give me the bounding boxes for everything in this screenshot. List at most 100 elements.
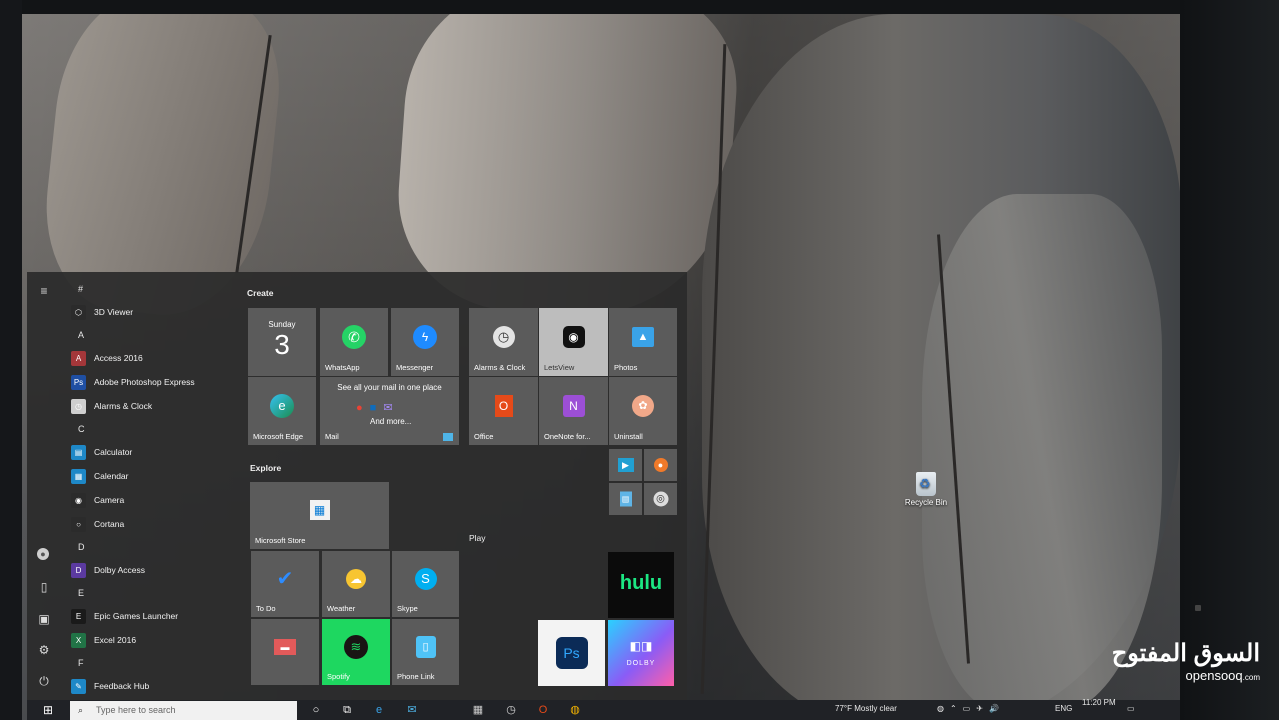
app-list-item[interactable]: ◷ Alarms & Clock xyxy=(65,394,245,418)
tile-edge[interactable]: e Microsoft Edge xyxy=(248,377,316,445)
excel-icon: X xyxy=(71,632,86,648)
app-list-label: Calendar xyxy=(94,471,129,481)
mail-icon[interactable]: ✉ xyxy=(405,703,419,717)
calendar-icon: ▦ xyxy=(71,468,86,484)
store-icon: ▦ xyxy=(309,500,330,521)
tile-office[interactable]: O Office xyxy=(469,377,538,445)
tile-letsview[interactable]: ◉ LetsView xyxy=(539,308,608,376)
tile-spotify[interactable]: ≋ Spotify xyxy=(322,619,390,685)
cortana-icon: ○ xyxy=(71,516,86,532)
app-list-item[interactable]: ○ Cortana xyxy=(65,512,245,536)
app-list-item[interactable]: ▤ Calculator xyxy=(65,440,245,464)
tile-label: To Do xyxy=(256,604,276,613)
tile-whatsapp[interactable]: ✆ WhatsApp xyxy=(320,308,388,376)
search-placeholder: Type here to search xyxy=(96,705,176,715)
start-menu: ≡ ● ▯ ▣ ⚙ ⏻ # ⬡ 3D Viewer A A Access 2016 Ps Ad… xyxy=(27,272,687,704)
calculator-icon: ▤ xyxy=(619,491,632,507)
app-list-item[interactable]: ✎ Feedback Hub xyxy=(65,674,245,698)
app-list-letter[interactable]: # xyxy=(65,278,245,300)
office-icon[interactable]: O xyxy=(536,703,550,717)
tray-icons[interactable]: ◍⌃▭✈🔊 xyxy=(937,702,1005,716)
store-icon[interactable]: ▦ xyxy=(471,703,485,717)
photoshop-express-icon: Ps xyxy=(555,637,588,669)
pictures-icon[interactable]: ▣ xyxy=(37,612,51,626)
language-indicator[interactable]: ENG xyxy=(1055,702,1072,716)
power-icon[interactable]: ⏻ xyxy=(37,674,51,688)
tile-todo[interactable]: ✔ To Do xyxy=(251,551,319,617)
app-list-letter[interactable]: A xyxy=(65,324,245,346)
uninstall-icon: ✿ xyxy=(632,394,654,417)
app-list-label: 3D Viewer xyxy=(94,307,134,317)
tile-small-media[interactable]: ▶ xyxy=(609,449,642,481)
app-list-letter[interactable]: F xyxy=(65,652,245,674)
tile-alarms-clock[interactable]: ◷ Alarms & Clock xyxy=(469,308,538,376)
watermark: السوق المفتوح opensooq.com xyxy=(1100,640,1260,686)
tile-small-maps[interactable]: ● xyxy=(644,449,677,481)
skype-icon: S xyxy=(414,567,437,590)
tile-onenote[interactable]: N OneNote for... xyxy=(539,377,608,445)
app-list-label: Dolby Access xyxy=(94,565,146,575)
search-icon: ⌕ xyxy=(78,705,84,715)
document-icon[interactable]: ▯ xyxy=(37,580,51,594)
hamburger-icon[interactable]: ≡ xyxy=(37,284,51,298)
app-list-letter[interactable]: C xyxy=(65,418,245,440)
tile-label: Microsoft Edge xyxy=(253,432,304,441)
app-list-label: Camera xyxy=(94,495,125,505)
media-player-icon: ▶ xyxy=(617,458,634,472)
app-list-item[interactable]: ▦ Calendar xyxy=(65,464,245,488)
task-view-icon[interactable]: ⧉ xyxy=(340,703,354,717)
app-list-item[interactable]: E Epic Games Launcher xyxy=(65,604,245,628)
tile-news[interactable]: ▬ xyxy=(251,619,319,685)
clock[interactable]: 11:20 PM xyxy=(1082,696,1116,710)
tile-mail[interactable]: See all your mail in one place ●■✉ And m… xyxy=(320,377,459,445)
tile-small-calculator[interactable]: ▤ xyxy=(609,483,642,515)
app-list-item[interactable]: ⬡ 3D Viewer xyxy=(65,300,245,324)
clock-icon[interactable]: ◷ xyxy=(504,703,518,717)
recycle-bin[interactable]: Recycle Bin xyxy=(898,472,954,507)
chrome-icon[interactable]: ◍ xyxy=(568,703,582,717)
weather-widget[interactable]: 77°F Mostly clear xyxy=(835,702,897,716)
user-icon[interactable]: ● xyxy=(37,548,49,560)
tile-label: Alarms & Clock xyxy=(474,363,526,372)
tile-small-camera[interactable]: ◎ xyxy=(644,483,677,515)
tile-skype[interactable]: S Skype xyxy=(392,551,459,617)
app-list-item[interactable]: Ps Adobe Photoshop Express xyxy=(65,370,245,394)
tile-uninstall[interactable]: ✿ Uninstall xyxy=(609,377,677,445)
feedback-icon: ✎ xyxy=(71,678,86,694)
tile-label: Messenger xyxy=(396,363,434,372)
tile-messenger[interactable]: ϟ Messenger xyxy=(391,308,459,376)
tile-label: Mail xyxy=(325,432,339,441)
tile-photoshop-express[interactable]: Ps xyxy=(538,620,605,686)
tile-calendar[interactable]: Sunday 3 xyxy=(248,308,316,376)
edge-icon: e xyxy=(270,393,294,418)
watermark-arabic: السوق المفتوح xyxy=(1111,640,1260,667)
tile-hulu[interactable]: hulu xyxy=(608,552,674,618)
clock-icon: ◷ xyxy=(492,325,515,348)
search-box[interactable]: ⌕ Type here to search xyxy=(70,701,297,720)
spotify-icon: ≋ xyxy=(344,634,368,659)
tile-dolby[interactable]: ◧◨ DOLBY xyxy=(608,620,674,686)
app-list-item[interactable]: A Access 2016 xyxy=(65,346,245,370)
tile-label: Skype xyxy=(397,604,418,613)
tile-microsoft-store[interactable]: ▦ Microsoft Store xyxy=(250,482,389,549)
app-list-letter[interactable]: D xyxy=(65,536,245,558)
notification-icon[interactable]: ▭ xyxy=(1127,702,1135,716)
photoshop-express-icon: Ps xyxy=(71,374,86,390)
windows-start-icon[interactable]: ⊞ xyxy=(43,704,56,717)
app-list-letter[interactable]: E xyxy=(65,582,245,604)
edge-icon[interactable]: e xyxy=(372,703,386,717)
cortana-icon[interactable]: ○ xyxy=(309,703,323,717)
tile-photos[interactable]: ▲ Photos xyxy=(609,308,677,376)
settings-icon[interactable]: ⚙ xyxy=(37,643,51,657)
letsview-icon: ◉ xyxy=(562,325,585,348)
tile-label: Photos xyxy=(614,363,638,372)
tile-phone-link[interactable]: ▯ Phone Link xyxy=(392,619,459,685)
dolby-icon: ◧◨ xyxy=(629,639,653,654)
tile-weather[interactable]: ☁ Weather xyxy=(322,551,390,617)
taskbar: ⊞ ⌕ Type here to search ○ ⧉ e ✉ ▦ ◷ O ◍ … xyxy=(27,698,1180,720)
app-list-item[interactable]: D Dolby Access xyxy=(65,558,245,582)
app-list-item[interactable]: ◉ Camera xyxy=(65,488,245,512)
app-list-item[interactable]: X Excel 2016 xyxy=(65,628,245,652)
tile-label: WhatsApp xyxy=(325,363,360,372)
dolby-label: DOLBY xyxy=(626,660,656,667)
